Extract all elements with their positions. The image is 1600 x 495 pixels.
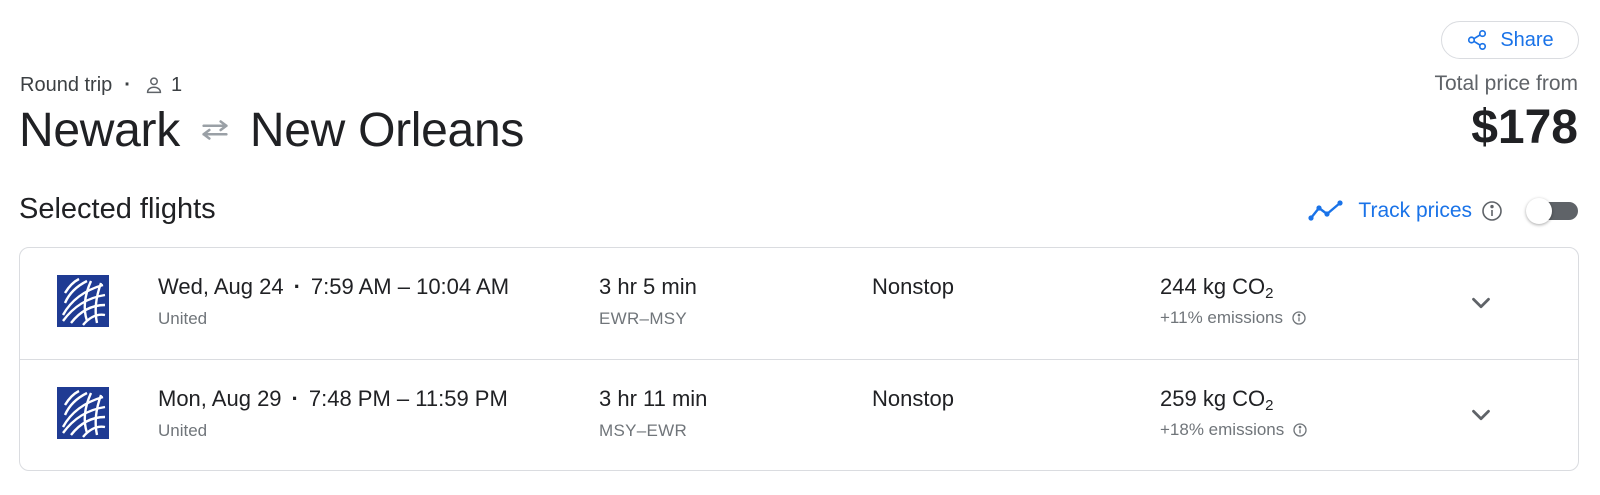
united-globe-logo bbox=[57, 275, 109, 327]
passenger-count: 1 bbox=[170, 73, 183, 96]
share-icon bbox=[1468, 30, 1487, 50]
chevron-down-icon[interactable] bbox=[1466, 288, 1496, 318]
airport-codes: MSY–EWR bbox=[599, 421, 688, 440]
trip-summary: Round trip · 1 bbox=[20, 72, 182, 98]
total-price: $178 bbox=[1471, 101, 1578, 154]
airline-name: United bbox=[158, 421, 208, 440]
emissions-comparison: +18% emissions bbox=[1160, 420, 1308, 440]
airline-name: United bbox=[158, 309, 208, 328]
destination-city: New Orleans bbox=[249, 103, 525, 157]
trend-line-icon bbox=[1308, 200, 1344, 221]
flight-row[interactable]: Wed, Aug 24 · 7:59 AM – 10:04 AM United 3 … bbox=[20, 248, 1578, 359]
flight-duration: 3 hr 11 min bbox=[599, 386, 708, 411]
emissions-text: +18% emissions bbox=[1160, 420, 1285, 439]
price-label: Total price from bbox=[1434, 72, 1578, 95]
flight-row[interactable]: Mon, Aug 29 · 7:48 PM – 11:59 PM United 3 … bbox=[20, 359, 1578, 470]
separator-dot: · bbox=[291, 386, 299, 411]
flight-stops: Nonstop bbox=[872, 274, 954, 299]
chevron-down-icon[interactable] bbox=[1466, 400, 1496, 430]
co2-amount: 259 kg CO2 bbox=[1160, 386, 1274, 414]
toggle-knob bbox=[1526, 198, 1552, 224]
emissions-text: +11% emissions bbox=[1160, 308, 1283, 327]
separator-dot: · bbox=[293, 274, 301, 299]
trip-type: Round trip bbox=[20, 73, 113, 96]
flight-time-range: 7:59 AM – 10:04 AM bbox=[310, 274, 510, 299]
flight-duration: 3 hr 5 min bbox=[599, 274, 697, 299]
co2-subscript: 2 bbox=[1265, 397, 1274, 414]
emissions-comparison: +11% emissions bbox=[1160, 308, 1307, 328]
track-prices-toggle[interactable] bbox=[1524, 198, 1578, 224]
flight-date: Wed, Aug 24 bbox=[158, 274, 284, 299]
track-prices: Track prices bbox=[1308, 194, 1578, 228]
co2-text: 259 kg CO bbox=[1160, 386, 1266, 411]
flight-times: Mon, Aug 29 · 7:48 PM – 11:59 PM bbox=[158, 386, 508, 412]
flight-time-range: 7:48 PM – 11:59 PM bbox=[308, 386, 508, 411]
track-prices-label[interactable]: Track prices bbox=[1358, 199, 1472, 223]
swap-arrows-icon bbox=[202, 120, 228, 140]
info-icon[interactable] bbox=[1291, 310, 1307, 326]
person-icon bbox=[146, 77, 162, 94]
route-title: Newark New Orleans bbox=[19, 100, 524, 160]
section-title: Selected flights bbox=[19, 193, 216, 225]
info-icon[interactable] bbox=[1292, 422, 1308, 438]
share-button[interactable]: Share bbox=[1441, 21, 1579, 59]
co2-amount: 244 kg CO2 bbox=[1160, 274, 1274, 302]
flight-times: Wed, Aug 24 · 7:59 AM – 10:04 AM bbox=[158, 274, 509, 300]
origin-city: Newark bbox=[19, 103, 180, 157]
co2-text: 244 kg CO bbox=[1160, 274, 1266, 299]
selected-flights-list: Wed, Aug 24 · 7:59 AM – 10:04 AM United 3 … bbox=[19, 247, 1579, 471]
united-globe-logo bbox=[57, 387, 109, 439]
flight-stops: Nonstop bbox=[872, 386, 954, 411]
separator-dot: · bbox=[124, 73, 131, 96]
co2-subscript: 2 bbox=[1265, 285, 1274, 302]
airport-codes: EWR–MSY bbox=[599, 309, 688, 328]
share-label: Share bbox=[1500, 28, 1554, 51]
info-icon[interactable] bbox=[1480, 199, 1504, 223]
flight-date: Mon, Aug 29 bbox=[158, 386, 282, 411]
